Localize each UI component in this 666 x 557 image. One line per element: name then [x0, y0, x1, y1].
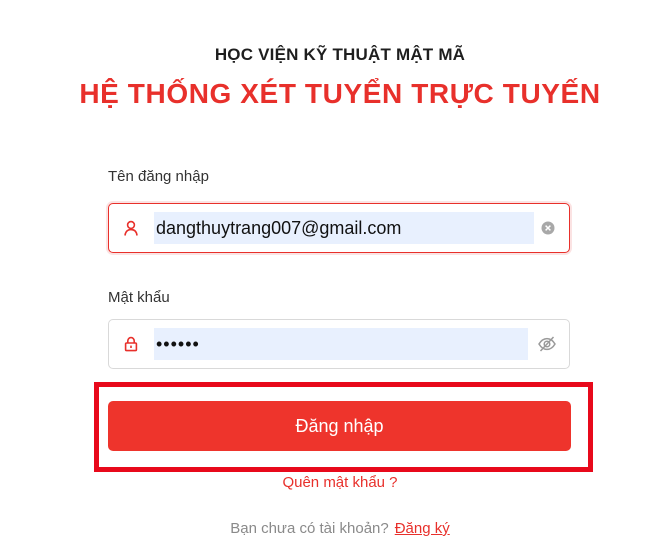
password-field[interactable] — [108, 319, 570, 369]
system-title: HỆ THỐNG XÉT TUYỂN TRỰC TUYẾN — [79, 78, 601, 109]
lock-icon — [124, 336, 138, 352]
login-button[interactable]: Đăng nhập — [108, 401, 571, 451]
no-account-text: Bạn chưa có tài khoản? — [230, 520, 389, 537]
register-row: Bạn chưa có tài khoản? Đăng ký — [0, 520, 666, 537]
eye-slash-icon[interactable] — [537, 334, 557, 354]
password-input[interactable] — [154, 328, 528, 360]
username-input[interactable] — [154, 212, 534, 244]
clear-icon[interactable] — [541, 221, 555, 235]
forgot-password-link[interactable]: Quên mật khẩu ? — [0, 474, 666, 491]
school-name: HỌC VIỆN KỸ THUẬT MẬT MÃ — [214, 45, 466, 64]
register-link[interactable]: Đăng ký — [395, 520, 450, 537]
password-label: Mật khẩu — [108, 289, 170, 306]
username-label: Tên đăng nhập — [108, 168, 209, 185]
user-icon — [124, 220, 138, 236]
username-field[interactable] — [108, 203, 570, 253]
